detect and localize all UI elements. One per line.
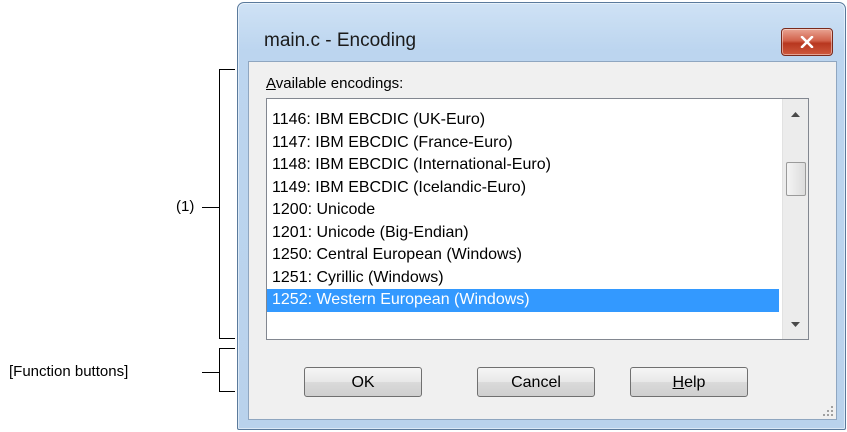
buttons-callout-bracket bbox=[219, 348, 235, 392]
list-item[interactable]: 1200: Unicode bbox=[267, 199, 779, 222]
list-item-selected[interactable]: 1252: Western European (Windows) bbox=[267, 289, 779, 312]
scrollbar-thumb[interactable] bbox=[786, 162, 806, 196]
list-callout-leader bbox=[202, 207, 220, 208]
scroll-down-icon bbox=[791, 321, 800, 327]
buttons-callout-leader bbox=[202, 372, 220, 373]
cancel-button[interactable]: Cancel bbox=[477, 367, 595, 397]
buttons-callout-label: [Function buttons] bbox=[9, 363, 129, 380]
scroll-down-button[interactable] bbox=[783, 313, 808, 335]
resize-grip-icon[interactable] bbox=[822, 405, 834, 417]
scroll-up-icon bbox=[791, 111, 800, 117]
close-button[interactable] bbox=[781, 28, 833, 56]
list-item[interactable]: 1148: IBM EBCDIC (International-Euro) bbox=[267, 154, 779, 177]
list-item[interactable]: 1146: IBM EBCDIC (UK-Euro) bbox=[267, 109, 779, 132]
encodings-listbox[interactable]: 1146: IBM EBCDIC (UK-Euro) 1147: IBM EBC… bbox=[266, 98, 809, 340]
dialog-client-area: Available encodings: 1146: IBM EBCDIC (U… bbox=[248, 61, 837, 420]
dialog-title: main.c - Encoding bbox=[264, 30, 417, 51]
ok-button[interactable]: OK bbox=[304, 367, 422, 397]
list-item[interactable]: 1147: IBM EBCDIC (France-Euro) bbox=[267, 132, 779, 155]
encoding-dialog: main.c - Encoding Available encodings: 1… bbox=[237, 2, 846, 430]
available-encodings-label: Available encodings: bbox=[266, 75, 404, 92]
list-callout-label: (1) bbox=[176, 198, 195, 215]
scroll-up-button[interactable] bbox=[783, 103, 808, 125]
help-button[interactable]: Help bbox=[630, 367, 748, 397]
list-item[interactable]: 1201: Unicode (Big-Endian) bbox=[267, 222, 779, 245]
list-item[interactable]: 1251: Cyrillic (Windows) bbox=[267, 267, 779, 290]
vertical-scrollbar[interactable] bbox=[782, 99, 808, 339]
list-item[interactable]: 1149: IBM EBCDIC (Icelandic-Euro) bbox=[267, 177, 779, 200]
encodings-list: 1146: IBM EBCDIC (UK-Euro) 1147: IBM EBC… bbox=[267, 109, 779, 312]
list-callout-bracket bbox=[219, 69, 235, 339]
close-icon bbox=[800, 36, 814, 48]
list-item[interactable]: 1250: Central European (Windows) bbox=[267, 244, 779, 267]
